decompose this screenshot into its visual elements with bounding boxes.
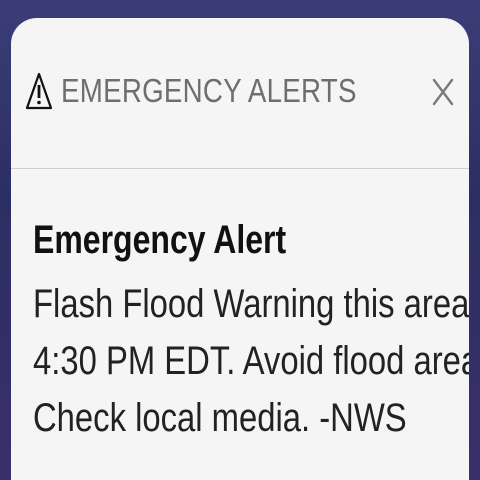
emergency-alert-notification[interactable]: EMERGENCY ALERTS Emergency Alert Flash F… [11,18,469,480]
alert-message-line: 4:30 PM EDT. Avoid flood areas. [33,339,469,383]
alert-message-line: Flash Flood Warning this area til [33,282,469,326]
close-icon[interactable] [431,76,455,108]
alert-message-line: Check local media. -NWS [33,396,407,440]
notification-app-title: EMERGENCY ALERTS [61,72,357,109]
alert-title: Emergency Alert [33,218,287,262]
notification-body: Emergency Alert Flash Flood Warning this… [33,218,469,447]
warning-triangle-icon [25,72,53,110]
alert-message: Flash Flood Warning this area til 4:30 P… [33,276,469,447]
notification-header: EMERGENCY ALERTS [11,18,469,169]
